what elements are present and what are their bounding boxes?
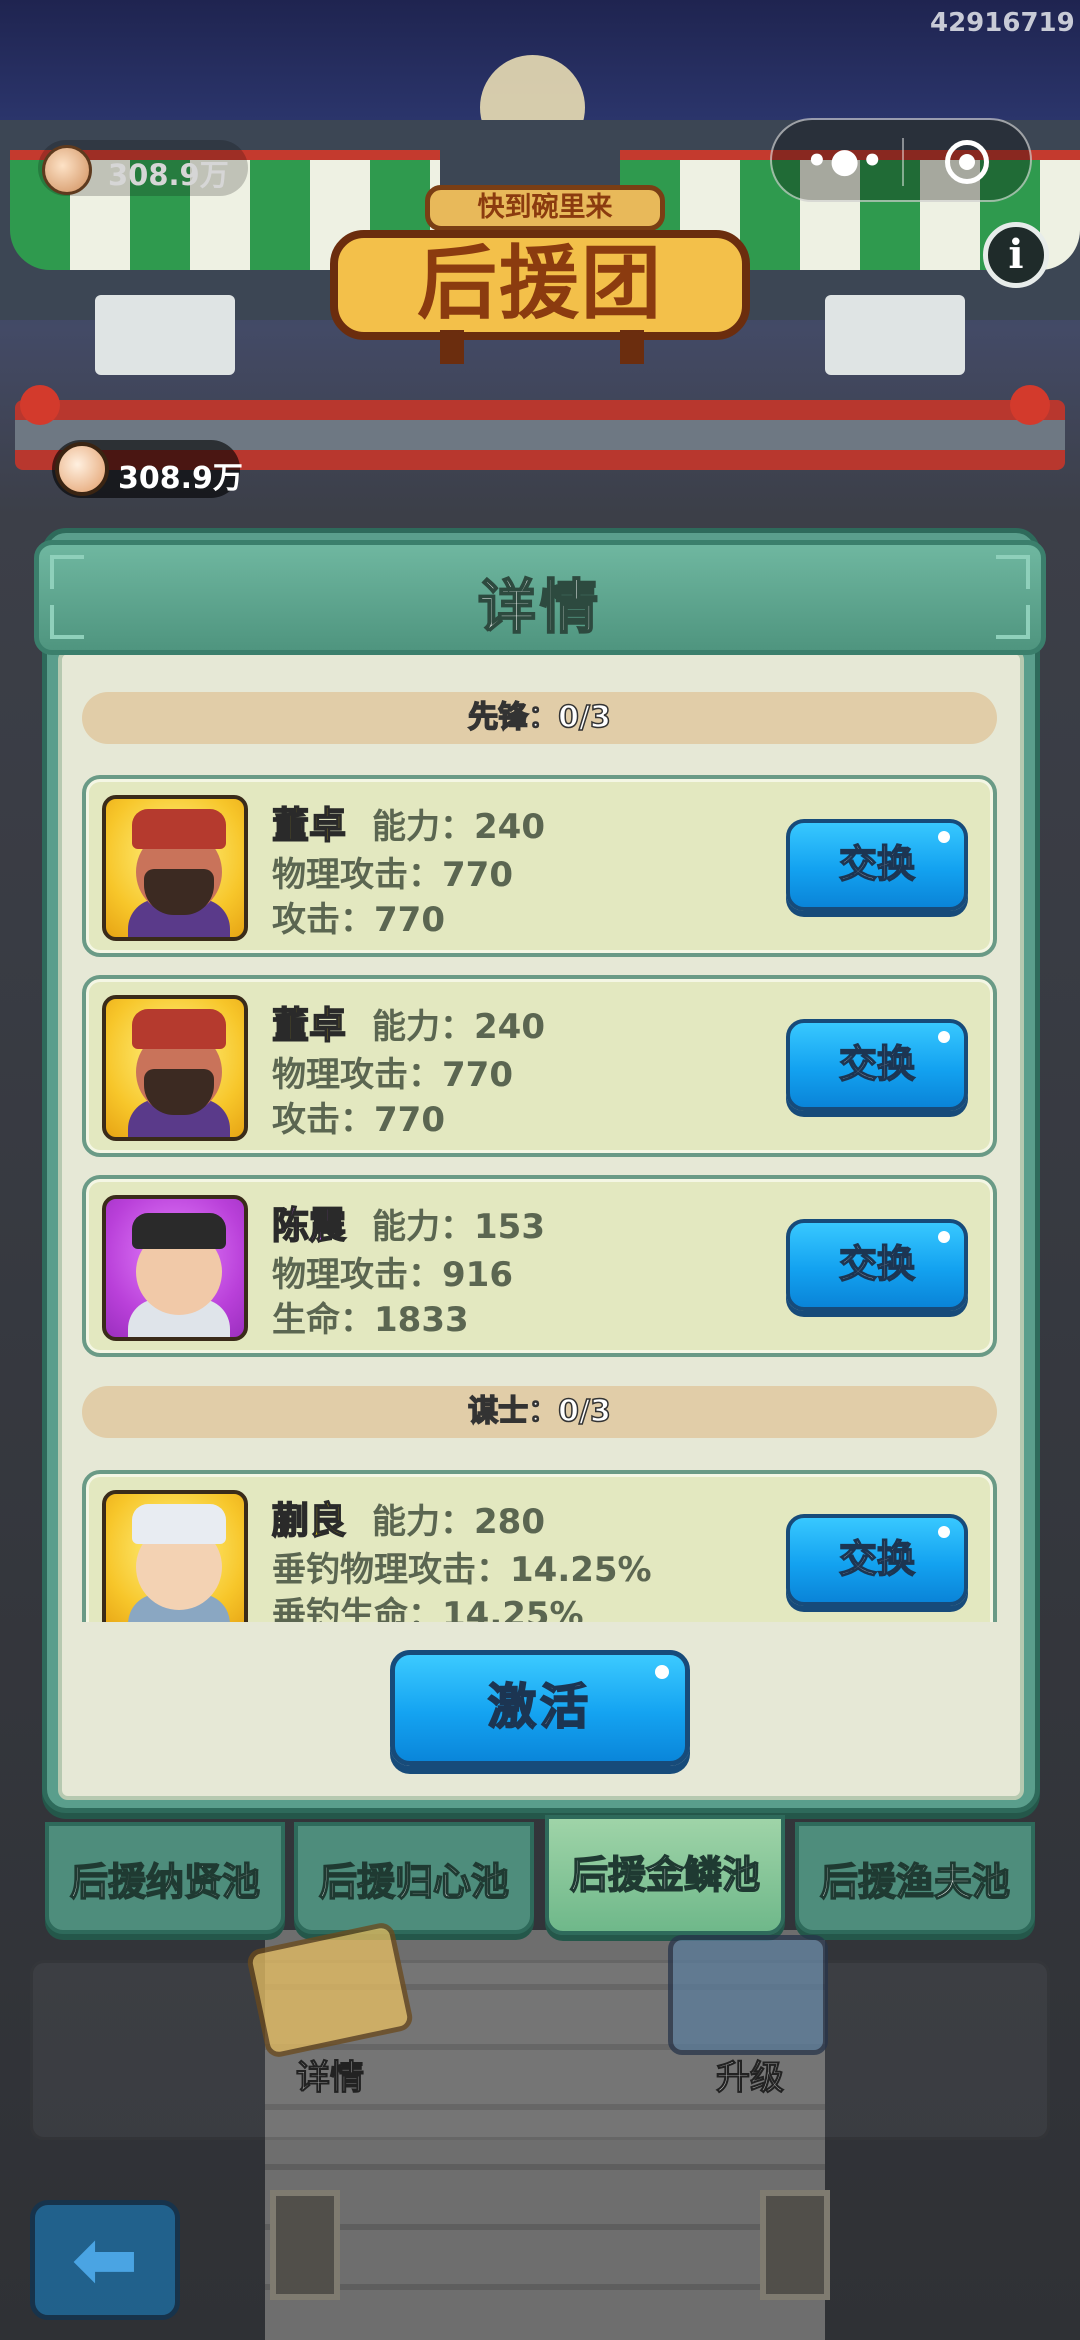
lantern-right bbox=[760, 2190, 830, 2300]
hero-card: 蒯良 能力：280 垂钓物理攻击：14.25% 垂钓生命：14.25% 交换 bbox=[82, 1470, 997, 1622]
fence-left bbox=[95, 295, 235, 375]
tab-recruit-pool[interactable]: 后援纳贤池 bbox=[45, 1822, 285, 1934]
info-icon[interactable]: i bbox=[983, 222, 1049, 288]
hero-name: 董卓 bbox=[271, 803, 347, 848]
upgrade-label[interactable]: 升级 bbox=[650, 2050, 850, 2099]
hero-stat-2: 生命：1833 bbox=[272, 1300, 469, 1340]
hero-stat-2: 攻击：770 bbox=[272, 1100, 445, 1140]
hero-stat-2: 垂钓生命：14.25% bbox=[272, 1595, 584, 1622]
tab-loyalty-pool[interactable]: 后援归心池 bbox=[294, 1822, 534, 1934]
tab-golden-scale-pool[interactable]: 后援金鳞池 bbox=[545, 1815, 785, 1935]
hero-stat-2: 攻击：770 bbox=[272, 900, 445, 940]
coin-icon bbox=[55, 442, 109, 496]
game-logo: 快到碗里来 后援团 bbox=[330, 165, 750, 365]
portrait-hair bbox=[132, 1504, 226, 1544]
target-close-icon[interactable] bbox=[945, 140, 989, 184]
hero-name: 陈震 bbox=[271, 1203, 347, 1248]
post-left bbox=[20, 385, 60, 425]
portrait-hat bbox=[132, 809, 226, 849]
back-arrow-icon[interactable]: ⬅ bbox=[60, 2220, 150, 2300]
logo-support bbox=[440, 330, 464, 364]
logo-subtitle: 快到碗里来 bbox=[425, 185, 665, 231]
hero-power: 能力：240 bbox=[372, 1007, 545, 1047]
coin-amount-background: 308.9万 bbox=[108, 158, 229, 192]
post-right bbox=[1010, 385, 1050, 425]
hero-portrait bbox=[102, 795, 248, 941]
logo-title: 后援团 bbox=[330, 230, 750, 340]
tab-fisherman-pool[interactable]: 后援渔夫池 bbox=[795, 1822, 1035, 1934]
hero-card: 董卓 能力：240 物理攻击：770 攻击：770 交换 bbox=[82, 975, 997, 1157]
lantern-left bbox=[270, 2190, 340, 2300]
hero-name: 蒯良 bbox=[271, 1498, 347, 1543]
hero-stat-1: 物理攻击：770 bbox=[272, 855, 513, 895]
hero-power: 能力：240 bbox=[372, 807, 545, 847]
portrait-hair bbox=[132, 1213, 226, 1249]
hero-power: 能力：153 bbox=[372, 1207, 545, 1247]
swap-button[interactable]: 交换 bbox=[786, 819, 968, 911]
activate-button[interactable]: 激活 bbox=[390, 1650, 690, 1766]
coin-icon bbox=[42, 145, 92, 195]
hero-card: 陈震 能力：153 物理攻击：916 生命：1833 交换 bbox=[82, 1175, 997, 1357]
hero-card: 董卓 能力：240 物理攻击：770 攻击：770 交换 bbox=[82, 775, 997, 957]
more-dots-icon[interactable]: •●• bbox=[806, 144, 883, 180]
building-upgrade-icon[interactable] bbox=[668, 1935, 828, 2055]
hero-name: 董卓 bbox=[271, 1003, 347, 1048]
user-id: 42916719 bbox=[930, 8, 1075, 38]
hero-list[interactable]: 先锋：0/3 董卓 能力：240 物理攻击：770 攻击：770 交换 董卓 能… bbox=[80, 680, 1000, 1622]
hero-stat-1: 垂钓物理攻击：14.25% bbox=[272, 1550, 652, 1590]
capsule-divider bbox=[902, 138, 904, 186]
hero-portrait bbox=[102, 1490, 248, 1622]
hero-portrait bbox=[102, 995, 248, 1141]
detail-label[interactable]: 详情 bbox=[230, 2050, 430, 2099]
portrait-hat bbox=[132, 1009, 226, 1049]
hero-power: 能力：280 bbox=[372, 1502, 545, 1542]
dialog-title: 详情 bbox=[477, 572, 602, 642]
swap-button[interactable]: 交换 bbox=[786, 1219, 968, 1311]
hero-portrait bbox=[102, 1195, 248, 1341]
currency-amount: 308.9万 bbox=[118, 461, 243, 496]
swap-button[interactable]: 交换 bbox=[786, 1514, 968, 1606]
section-header-vanguard: 先锋：0/3 bbox=[82, 692, 997, 744]
swap-button[interactable]: 交换 bbox=[786, 1019, 968, 1111]
hero-stat-1: 物理攻击：770 bbox=[272, 1055, 513, 1095]
fence-right bbox=[825, 295, 965, 375]
section-header-strategist: 谋士：0/3 bbox=[82, 1386, 997, 1438]
hero-stat-1: 物理攻击：916 bbox=[272, 1255, 513, 1295]
mini-program-capsule: •●• bbox=[770, 118, 1032, 202]
stage-area bbox=[30, 1960, 1050, 2140]
logo-support bbox=[620, 330, 644, 364]
